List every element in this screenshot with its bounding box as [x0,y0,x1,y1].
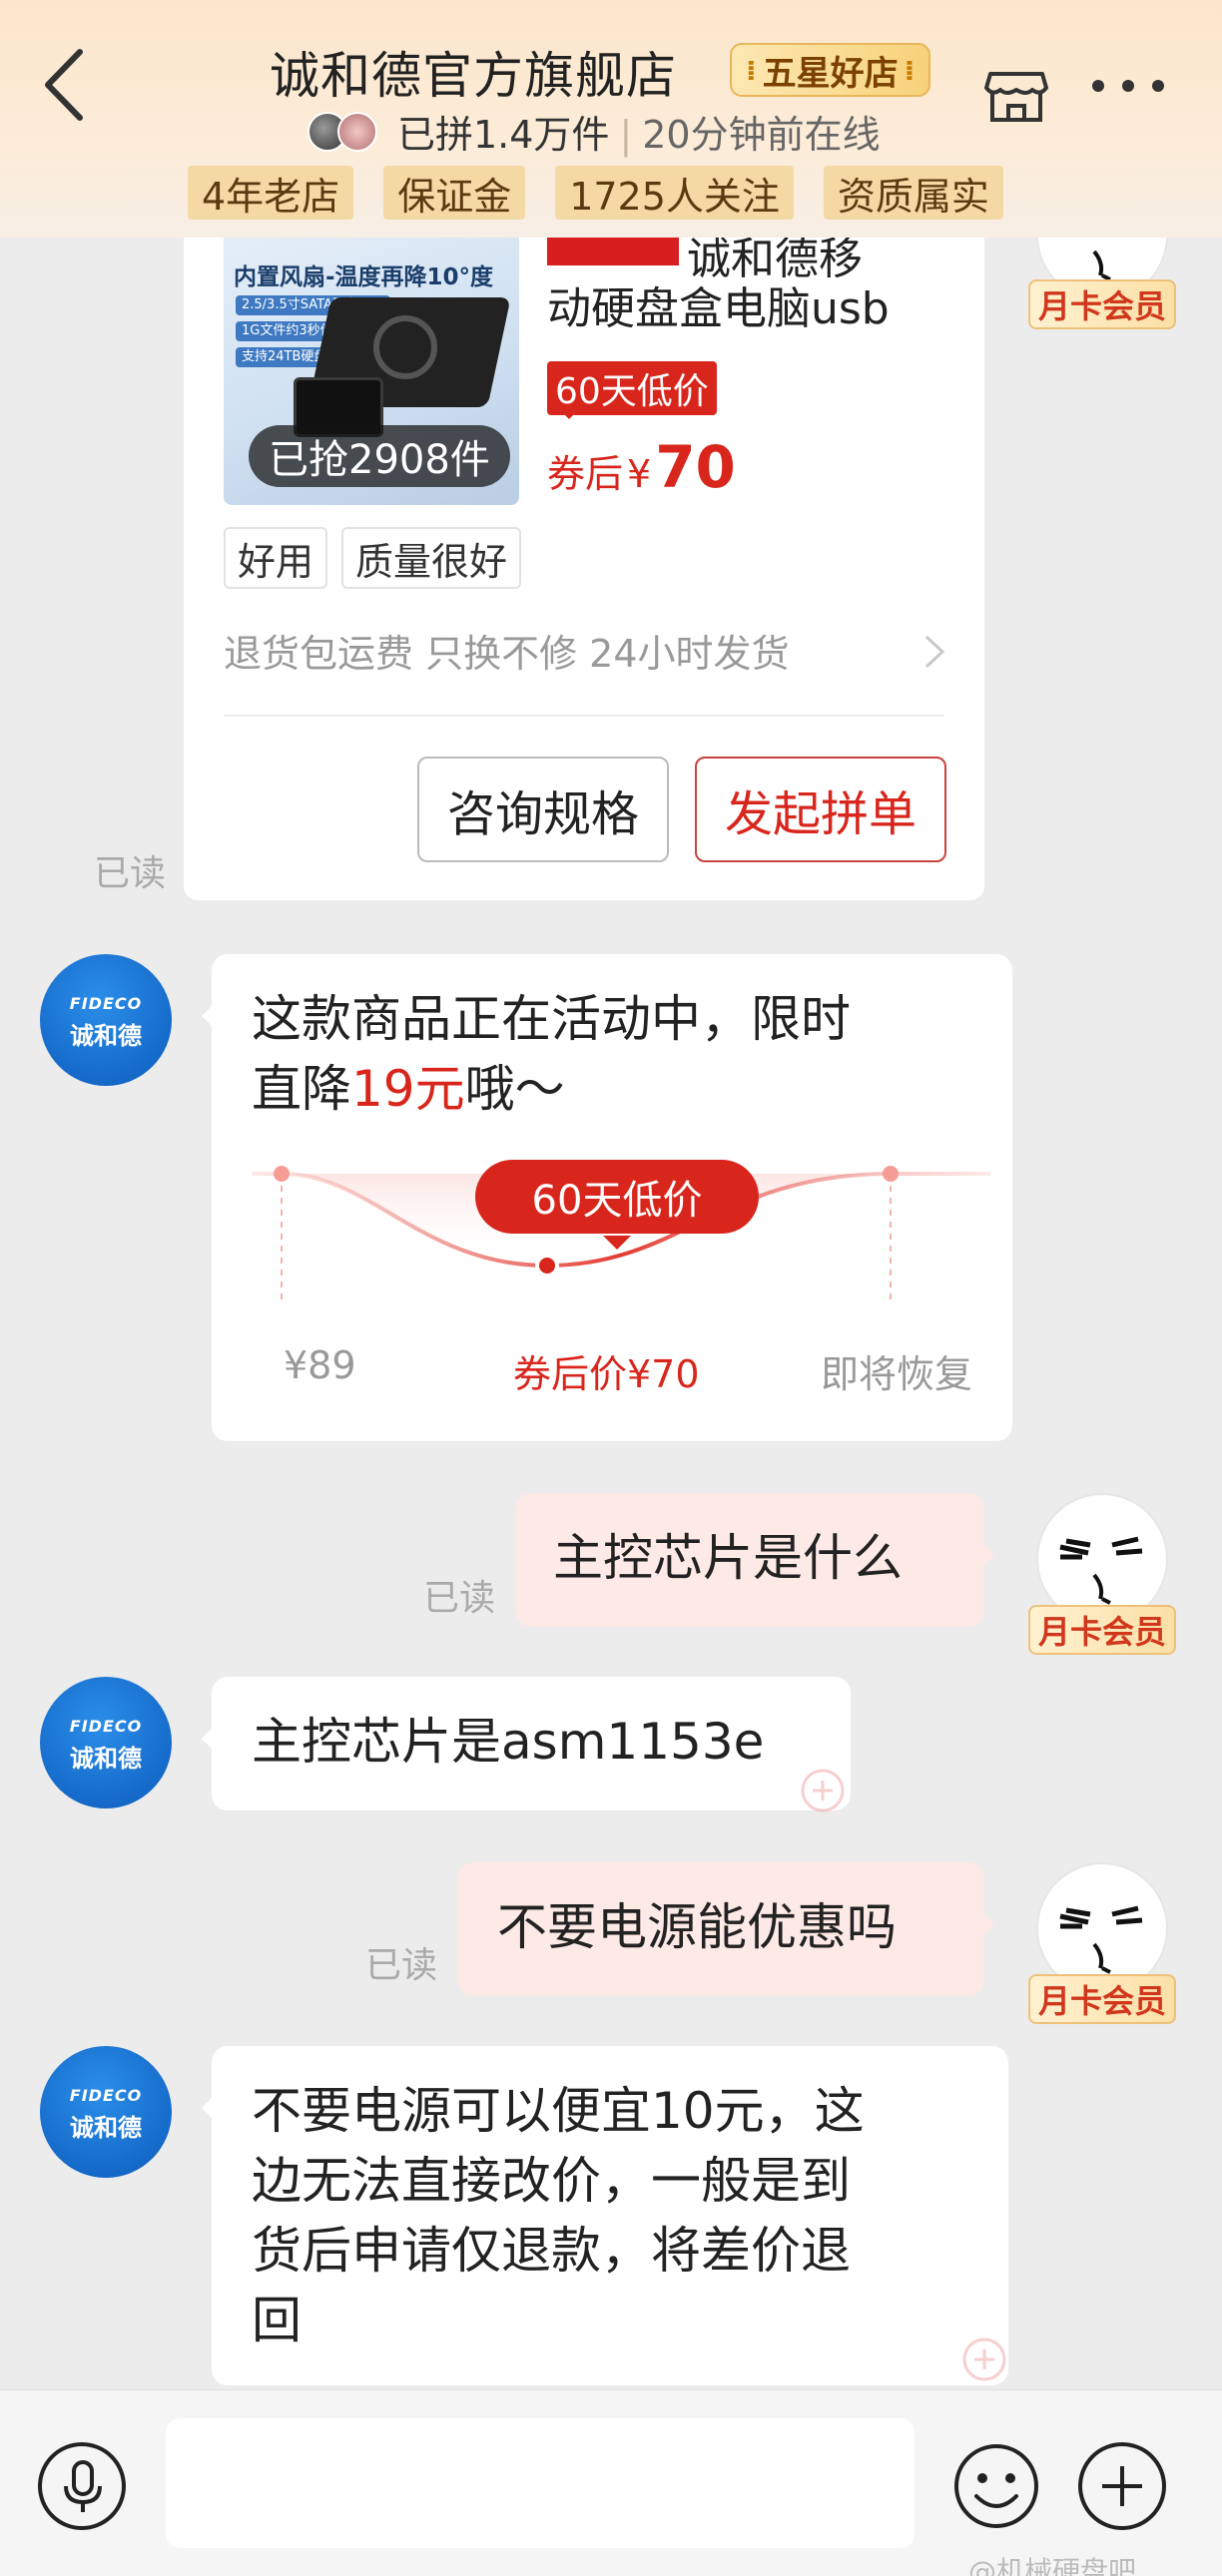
member-badge: 月卡会员 [1028,1605,1177,1655]
shop-avatar-en: FIDECO [69,1717,143,1736]
store-sub-info: 已拼1.4万件 | 20分钟前在线 [397,104,881,159]
price-value: 70 [655,433,736,501]
review-tag[interactable]: 质量很好 [341,527,522,589]
ask-spec-button[interactable]: 咨询规格 [417,757,669,862]
shop-avatar-en: FIDECO [69,2086,143,2105]
message-text-line: 回 [252,2292,302,2349]
more-options-button[interactable] [1092,80,1182,110]
shop-avatar-cn: 诚和德 [70,1744,142,1773]
message-text: 不要电源能优惠吗 [497,1898,897,1956]
store-tag[interactable]: 保证金 [383,166,526,220]
message-input[interactable] [166,2418,915,2548]
dot-icon [1152,80,1164,92]
message-text: 主控芯片是asm1153e [252,1713,765,1771]
input-bar: @机械硬盘吧 [0,2389,1222,2576]
badge-left-mark: ⁞ [746,53,757,87]
shop-avatar-en: FIDECO [69,994,143,1013]
curve-point-end [883,1166,899,1182]
meme-face-icon [1059,1905,1143,1974]
message-text-line: 边无法直接改价，一般是到 [252,2152,851,2210]
sold-count: 已抢2908件 [249,425,510,487]
message-text-line: 货后申请仅退款，将差价退 [252,2222,851,2280]
read-receipt: 已读 [423,1578,496,1619]
five-star-badge: ⁞ 五星好店 ⁞ [730,43,931,97]
message-text: 这款商品正在活动中，限时 [252,990,851,1048]
store-tags: 4年老店 保证金 1725人关注 资质属实 [188,166,1003,220]
store-tag[interactable]: 1725人关注 [555,166,794,220]
service-info[interactable]: 退货包运费 只换不修 24小时发货 [224,623,790,678]
buyer-avatars [307,110,387,154]
group-count: 已拼1.4万件 [397,113,610,157]
meme-face-icon [1059,1536,1143,1605]
message-bubble-shop[interactable]: 这款商品正在活动中，限时 直降19元哦～ 60天低价 ¥89 券后价¥70 即将… [202,954,1012,1441]
member-badge: 月卡会员 [1028,1974,1177,2024]
message-text-line: 不要电源可以便宜10元，这 [252,2082,865,2140]
badge-right-mark: ⁞ [904,53,916,87]
message-bubble-shop[interactable]: 主控芯片是asm1153e [202,1677,851,1810]
curve-labels: ¥89 券后价¥70 即将恢复 [212,1343,1008,1396]
discount-amount: 19元 [351,1060,465,1118]
store-tag[interactable]: 4年老店 [188,166,354,220]
smiley-icon [954,2444,1038,2528]
fan-graphic [373,315,437,379]
coupon-price: 券后价¥70 [513,1352,700,1396]
pin-stamp-icon [801,1769,845,1812]
message-text-part: 直降 [252,1060,351,1118]
start-group-buy-button[interactable]: 发起拼单 [695,757,946,862]
message-bubble-shop[interactable]: 不要电源可以便宜10元，这 边无法直接改价，一般是到 货后申请仅退款，将差价退 … [202,2046,1008,2385]
voice-button[interactable] [38,2442,126,2530]
shop-avatar[interactable]: FIDECO 诚和德 [40,1677,172,1808]
read-receipt: 已读 [94,853,167,894]
store-icon [984,72,1048,122]
add-button[interactable] [1078,2442,1166,2530]
chat-header: 诚和德官方旗舰店 ⁞ 五星好店 ⁞ 已拼1.4万件 | 20分钟前在线 4年老店 保… [0,0,1222,238]
emoji-button[interactable] [952,2442,1040,2530]
message-bubble-user[interactable]: 主控芯片是什么 [515,1493,994,1627]
shop-avatar[interactable]: FIDECO 诚和德 [40,954,172,1086]
message-bubble-user[interactable]: 不要电源能优惠吗 [457,1862,994,1996]
online-status: 20分钟前在线 [642,113,881,157]
message-text: 主控芯片是什么 [553,1529,903,1587]
dot-icon [1092,80,1104,92]
review-tags: 好用 质量很好 [224,527,522,589]
shop-avatar-cn: 诚和德 [70,2113,142,2142]
shop-avatar[interactable]: FIDECO 诚和德 [40,2046,172,2178]
store-home-button[interactable] [980,58,1052,130]
microphone-icon [64,2460,102,2512]
original-price: ¥89 [284,1343,356,1387]
store-tag[interactable]: 资质属实 [823,166,1003,220]
product-price: 券后 ¥ 70 [547,433,736,501]
message-text-part: 哦～ [464,1060,565,1118]
review-tag[interactable]: 好用 [224,527,328,589]
pin-stamp-icon [962,2337,1006,2381]
currency-symbol: ¥ [627,452,652,496]
restore-label: 即将恢复 [821,1352,973,1396]
member-badge: 月卡会员 [1028,279,1177,329]
message-text: 直降19元哦～ [252,1054,565,1124]
low-price-badge: 60天低价 [547,361,717,419]
read-receipt: 已读 [365,1945,438,1986]
divider [224,715,944,717]
back-button[interactable] [36,40,96,130]
product-card[interactable]: 内置风扇-温度再降10°度 2.5/3.5寸SATA硬盘通用 1G文件约3秒传 … [184,234,984,900]
product-title-line: 动硬盘盒电脑usb [547,283,890,334]
buyer-avatar [337,112,377,152]
price-label: 券后 [547,452,624,496]
watermark: @机械硬盘吧 [968,2555,1137,2576]
shop-avatar-cn: 诚和德 [70,1021,142,1050]
back-arrow-icon [45,49,83,121]
store-name[interactable]: 诚和德官方旗舰店 [270,36,677,108]
curve-point-low-inner [539,1258,555,1274]
dot-icon [1122,80,1134,92]
five-star-badge-label: 五星好店 [762,53,899,94]
promo-tag [547,238,679,265]
separator: | [619,113,633,157]
chevron-right-icon[interactable] [915,627,954,677]
curve-badge: 60天低价 [475,1160,759,1250]
curve-point-start [274,1166,290,1182]
image-caption: 内置风扇-温度再降10°度 [234,264,494,290]
product-image[interactable]: 内置风扇-温度再降10°度 2.5/3.5寸SATA硬盘通用 1G文件约3秒传 … [224,238,519,505]
